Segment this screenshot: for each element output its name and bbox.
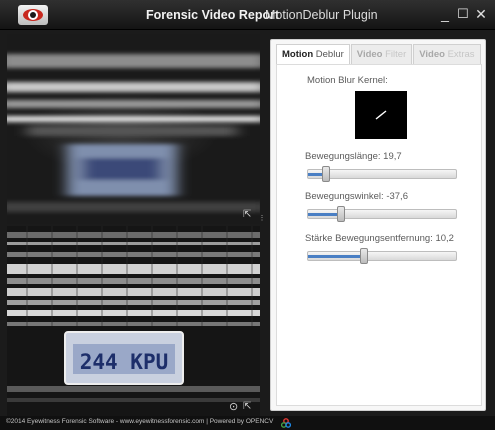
plugin-name: MotionDeblur Plugin xyxy=(265,8,378,22)
tab-motion-deblur[interactable]: Motion Deblur xyxy=(276,44,350,64)
blurred-frame-image xyxy=(7,54,260,212)
plugin-settings-panel: Motion Deblur Video Filter Video Extras … xyxy=(270,39,486,411)
deblurred-frame-image: 244 KPU xyxy=(7,226,260,402)
copyright-text: ©2014 Eyewitness Forensic Software - www… xyxy=(6,418,274,425)
tab-bar: Motion Deblur Video Filter Video Extras xyxy=(276,44,482,64)
window-title: Forensic Video Report xyxy=(146,8,280,22)
slider-label-strength: Stärke Bewegungsentfernung: 10,2 xyxy=(305,233,454,244)
length-slider-thumb[interactable] xyxy=(322,166,330,182)
strength-slider[interactable] xyxy=(307,248,457,264)
expand-icon-bottom[interactable]: ⇱ xyxy=(243,402,251,412)
motion-blur-kernel-preview xyxy=(355,91,407,139)
tab-video-extras[interactable]: Video Extras xyxy=(413,44,481,64)
kernel-label: Motion Blur Kernel: xyxy=(307,75,388,86)
video-original-pane[interactable]: ⇱ xyxy=(7,34,260,224)
title-bar[interactable]: Forensic Video Report MotionDeblur Plugi… xyxy=(0,0,495,30)
snapshot-icon[interactable]: ⊙ xyxy=(229,402,238,413)
angle-slider-thumb[interactable] xyxy=(337,206,345,222)
opencv-logo-icon xyxy=(281,418,291,428)
angle-slider[interactable] xyxy=(307,206,457,222)
license-plate-text: 244 KPU xyxy=(80,350,169,374)
eye-logo-icon[interactable] xyxy=(18,5,48,25)
close-button[interactable]: ✕ xyxy=(474,6,488,22)
video-deblurred-pane[interactable]: 244 KPU ⊙ ⇱ xyxy=(7,226,260,416)
tab-video-filter[interactable]: Video Filter xyxy=(350,44,413,64)
motion-deblur-content: Motion Blur Kernel: Bewegungslänge: 19,7… xyxy=(276,64,482,406)
maximize-button[interactable]: ☐ xyxy=(456,6,470,22)
status-bar: ©2014 Eyewitness Forensic Software - www… xyxy=(0,416,495,430)
slider-label-length: Bewegungslänge: 19,7 xyxy=(305,151,402,162)
slider-label-angle: Bewegungswinkel: -37,6 xyxy=(305,191,408,202)
strength-slider-fill xyxy=(308,255,364,258)
app-window: Forensic Video Report MotionDeblur Plugi… xyxy=(0,0,495,430)
strength-slider-thumb[interactable] xyxy=(360,248,368,264)
length-slider[interactable] xyxy=(307,166,457,182)
minimize-button[interactable]: _ xyxy=(438,6,452,22)
expand-icon[interactable]: ⇱ xyxy=(243,210,251,220)
